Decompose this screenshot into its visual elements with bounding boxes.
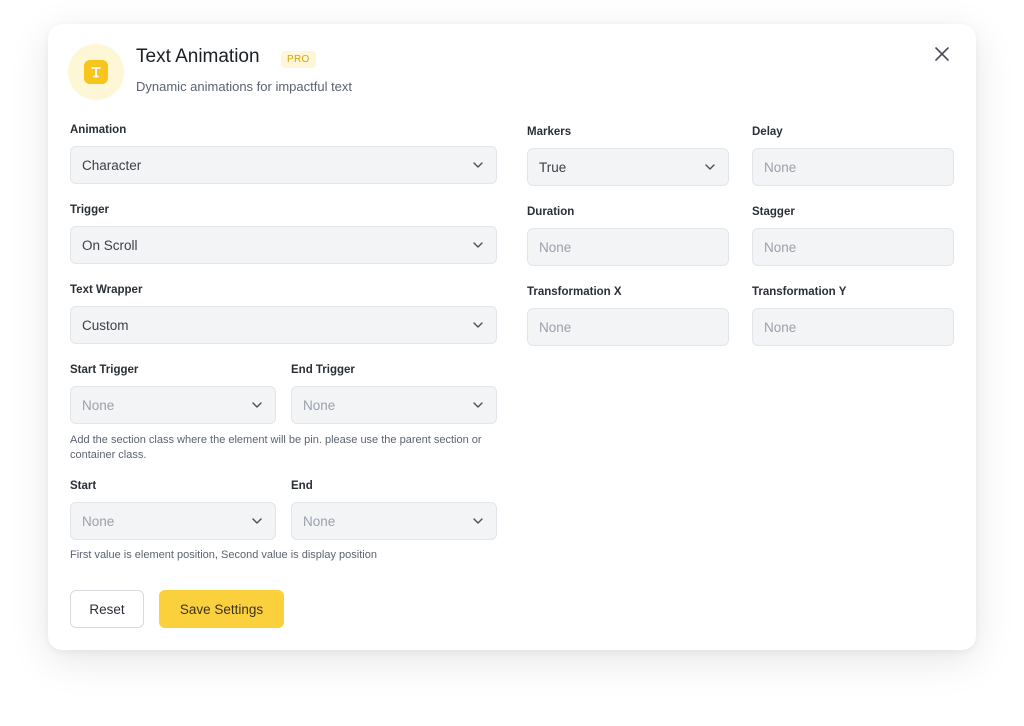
end-trigger-placeholder: None [303,397,336,413]
stagger-input[interactable]: None [752,228,954,266]
stagger-label: Stagger [752,206,795,218]
chevron-down-icon [473,402,483,408]
transformation-y-placeholder: None [764,319,797,335]
start-label: Start [70,480,97,492]
transformation-y-input[interactable]: None [752,308,954,346]
duration-label: Duration [527,206,575,218]
transformation-x-placeholder: None [539,319,572,335]
end-select[interactable]: None [291,502,497,540]
markers-label: Markers [527,126,572,138]
animation-label: Animation [70,124,127,136]
text-wrapper-select[interactable]: Custom [70,306,497,344]
pro-badge: PRO [281,51,316,68]
start-select[interactable]: None [70,502,276,540]
delay-input[interactable]: None [752,148,954,186]
close-icon [935,47,949,61]
end-label: End [291,480,313,492]
trigger-select-value: On Scroll [82,237,138,253]
end-trigger-select[interactable]: None [291,386,497,424]
trigger-label: Trigger [70,204,109,216]
modal-title: Text Animation [136,46,260,67]
chevron-down-icon [473,242,483,248]
start-placeholder: None [82,513,115,529]
animation-select[interactable]: Character [70,146,497,184]
markers-select[interactable]: True [527,148,729,186]
delay-label: Delay [752,126,783,138]
trigger-select[interactable]: On Scroll [70,226,497,264]
transformation-x-input[interactable]: None [527,308,729,346]
app-logo [68,44,124,100]
start-trigger-placeholder: None [82,397,115,413]
text-wrapper-label: Text Wrapper [70,284,143,296]
chevron-down-icon [252,518,262,524]
save-settings-button[interactable]: Save Settings [159,590,284,628]
start-trigger-label: Start Trigger [70,364,139,376]
chevron-down-icon [473,162,483,168]
start-trigger-select[interactable]: None [70,386,276,424]
stagger-placeholder: None [764,239,797,255]
end-trigger-label: End Trigger [291,364,355,376]
end-placeholder: None [303,513,336,529]
transformation-y-label: Transformation Y [752,286,847,298]
chevron-down-icon [705,164,715,170]
trigger-hint: Add the section class where the element … [70,434,482,461]
reset-button[interactable]: Reset [70,590,144,628]
duration-placeholder: None [539,239,572,255]
markers-select-value: True [539,159,567,175]
chevron-down-icon [473,322,483,328]
duration-input[interactable]: None [527,228,729,266]
text-letter-icon [84,60,108,84]
chevron-down-icon [252,402,262,408]
close-button[interactable] [931,43,953,65]
modal-subtitle: Dynamic animations for impactful text [136,79,353,94]
delay-placeholder: None [764,159,797,175]
text-animation-modal: Text Animation PRO Dynamic animations fo… [48,24,976,650]
position-hint: First value is element position, Second … [70,549,377,561]
chevron-down-icon [473,518,483,524]
animation-select-value: Character [82,157,142,173]
transformation-x-label: Transformation X [527,286,622,298]
text-wrapper-select-value: Custom [82,317,129,333]
